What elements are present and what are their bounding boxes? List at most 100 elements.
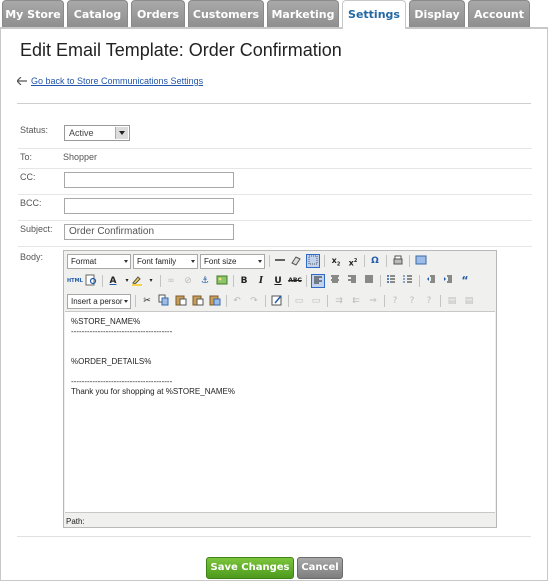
format-dropdown-label: Format: [71, 257, 97, 266]
back-link-label[interactable]: Go back to Store Communications Settings: [31, 76, 203, 86]
chevron-down-icon[interactable]: ▾: [144, 274, 158, 288]
edit-css-icon[interactable]: [270, 294, 284, 308]
eraser-icon[interactable]: [289, 254, 303, 268]
align-right-icon[interactable]: [345, 274, 359, 288]
strikethrough-icon[interactable]: ABC: [288, 274, 302, 288]
toolbar-separator: [440, 295, 441, 307]
tab-account[interactable]: Account: [468, 0, 530, 27]
bullet-list-icon[interactable]: [384, 274, 398, 288]
to-row: To: Shopper: [18, 148, 532, 169]
bcc-field[interactable]: [64, 198, 234, 214]
indent-icon[interactable]: [441, 274, 455, 288]
align-center-icon[interactable]: [328, 274, 342, 288]
align-justify-icon[interactable]: [362, 274, 376, 288]
body-editor: Format Font family Font size x2 x2 Ω HTM…: [63, 250, 497, 528]
subscript-icon[interactable]: x2: [329, 254, 343, 268]
content-line: [71, 337, 489, 347]
tab-orders[interactable]: Orders: [131, 0, 185, 27]
numbered-list-icon[interactable]: [401, 274, 415, 288]
subject-label: Subject:: [20, 224, 53, 234]
tab-marketing[interactable]: Marketing: [267, 0, 339, 27]
redo-icon[interactable]: ↷: [247, 294, 261, 308]
insert-layer-icon[interactable]: ▭: [292, 294, 306, 308]
tab-display[interactable]: Display: [409, 0, 465, 27]
body-edit-area[interactable]: %STORE_NAME% ---------------------------…: [65, 311, 495, 513]
content-line: [71, 367, 489, 377]
special-character-icon[interactable]: Ω: [368, 254, 382, 268]
font-size-dropdown-label: Font size: [204, 257, 237, 266]
text-color-icon[interactable]: A: [106, 274, 120, 288]
outdent-icon[interactable]: [424, 274, 438, 288]
content-line: %STORE_NAME%: [71, 317, 141, 326]
underline-icon[interactable]: U: [271, 274, 285, 288]
tab-settings[interactable]: Settings: [342, 0, 406, 29]
align-left-icon[interactable]: [311, 274, 325, 288]
superscript-icon[interactable]: x2: [346, 254, 360, 268]
status-value: Active: [69, 128, 94, 138]
toolbar-separator: [160, 275, 161, 287]
toolbar-separator: [269, 255, 270, 267]
undo-icon[interactable]: ↶: [230, 294, 244, 308]
toolbar-row-3: Insert a persor ✂ ↶ ↷ ▭ ▭ ⇉ ⇇ ⇒ ? ? ? ▤ …: [66, 292, 494, 312]
bcc-row: BCC:: [18, 194, 532, 221]
italic-icon[interactable]: I: [254, 274, 268, 288]
font-size-dropdown[interactable]: Font size: [200, 254, 265, 269]
acronym-icon[interactable]: ?: [405, 294, 419, 308]
paste-text-icon[interactable]: [191, 294, 205, 308]
image-icon[interactable]: [215, 274, 229, 288]
unlink-icon[interactable]: ⊘: [181, 274, 195, 288]
font-family-dropdown[interactable]: Font family: [133, 254, 198, 269]
subject-field[interactable]: Order Confirmation: [64, 224, 234, 240]
toolbar-separator: [226, 295, 227, 307]
paste-word-icon[interactable]: [208, 294, 222, 308]
divider: [17, 103, 531, 104]
status-label: Status:: [20, 125, 49, 135]
toolbar-separator: [364, 255, 365, 267]
toolbar-separator: [233, 275, 234, 287]
toolbar-separator: [306, 275, 307, 287]
toolbar-separator: [409, 255, 410, 267]
fullscreen-icon[interactable]: [414, 254, 428, 268]
toolbar-separator: [380, 275, 381, 287]
copy-icon[interactable]: [157, 294, 171, 308]
back-link[interactable]: Go back to Store Communications Settings: [16, 76, 203, 86]
content-line: --------------------------------------: [71, 377, 173, 386]
subject-row: Subject: Order Confirmation: [18, 220, 532, 247]
anchor-icon[interactable]: ⚓: [198, 274, 212, 288]
toolbar-separator: [102, 275, 103, 287]
toolbar-separator: [135, 295, 136, 307]
cite-icon[interactable]: ⇒: [366, 294, 380, 308]
format-dropdown[interactable]: Format: [67, 254, 131, 269]
toolbar-separator: [419, 275, 420, 287]
cc-field[interactable]: [64, 172, 234, 188]
move-backward-icon[interactable]: ⇇: [349, 294, 363, 308]
cut-icon[interactable]: ✂: [140, 294, 154, 308]
paste-icon[interactable]: [174, 294, 188, 308]
move-forward-icon[interactable]: ⇉: [332, 294, 346, 308]
preview-icon[interactable]: [84, 274, 98, 288]
content-line: Thank you for shopping at %STORE_NAME%: [71, 387, 235, 396]
tab-my-store[interactable]: My Store: [2, 0, 64, 27]
abbreviation-icon[interactable]: ?: [388, 294, 402, 308]
divider: [17, 536, 531, 537]
html-source-icon[interactable]: HTML: [67, 274, 83, 288]
table-cell-icon[interactable]: ▤: [462, 294, 476, 308]
insert-personalization-label: Insert a persor: [71, 297, 123, 306]
cancel-button[interactable]: Cancel: [297, 557, 343, 579]
link-icon[interactable]: ∞: [164, 274, 178, 288]
bold-icon[interactable]: B: [237, 274, 251, 288]
blockquote-icon[interactable]: “: [458, 274, 472, 288]
tab-customers[interactable]: Customers: [188, 0, 264, 27]
highlight-color-icon[interactable]: [130, 274, 144, 288]
status-select[interactable]: Active: [64, 125, 130, 141]
save-changes-button[interactable]: Save Changes: [206, 557, 294, 579]
absolute-position-icon[interactable]: ▭: [309, 294, 323, 308]
print-icon[interactable]: [391, 254, 405, 268]
insert-personalization-dropdown[interactable]: Insert a persor: [67, 294, 131, 309]
table-props-icon[interactable]: ▤: [445, 294, 459, 308]
horizontal-rule-icon[interactable]: [273, 254, 287, 268]
visual-aid-icon[interactable]: [306, 254, 320, 268]
tab-catalog[interactable]: Catalog: [67, 0, 128, 27]
content-line: %ORDER_DETAILS%: [71, 357, 152, 366]
attributes-icon[interactable]: ?: [422, 294, 436, 308]
